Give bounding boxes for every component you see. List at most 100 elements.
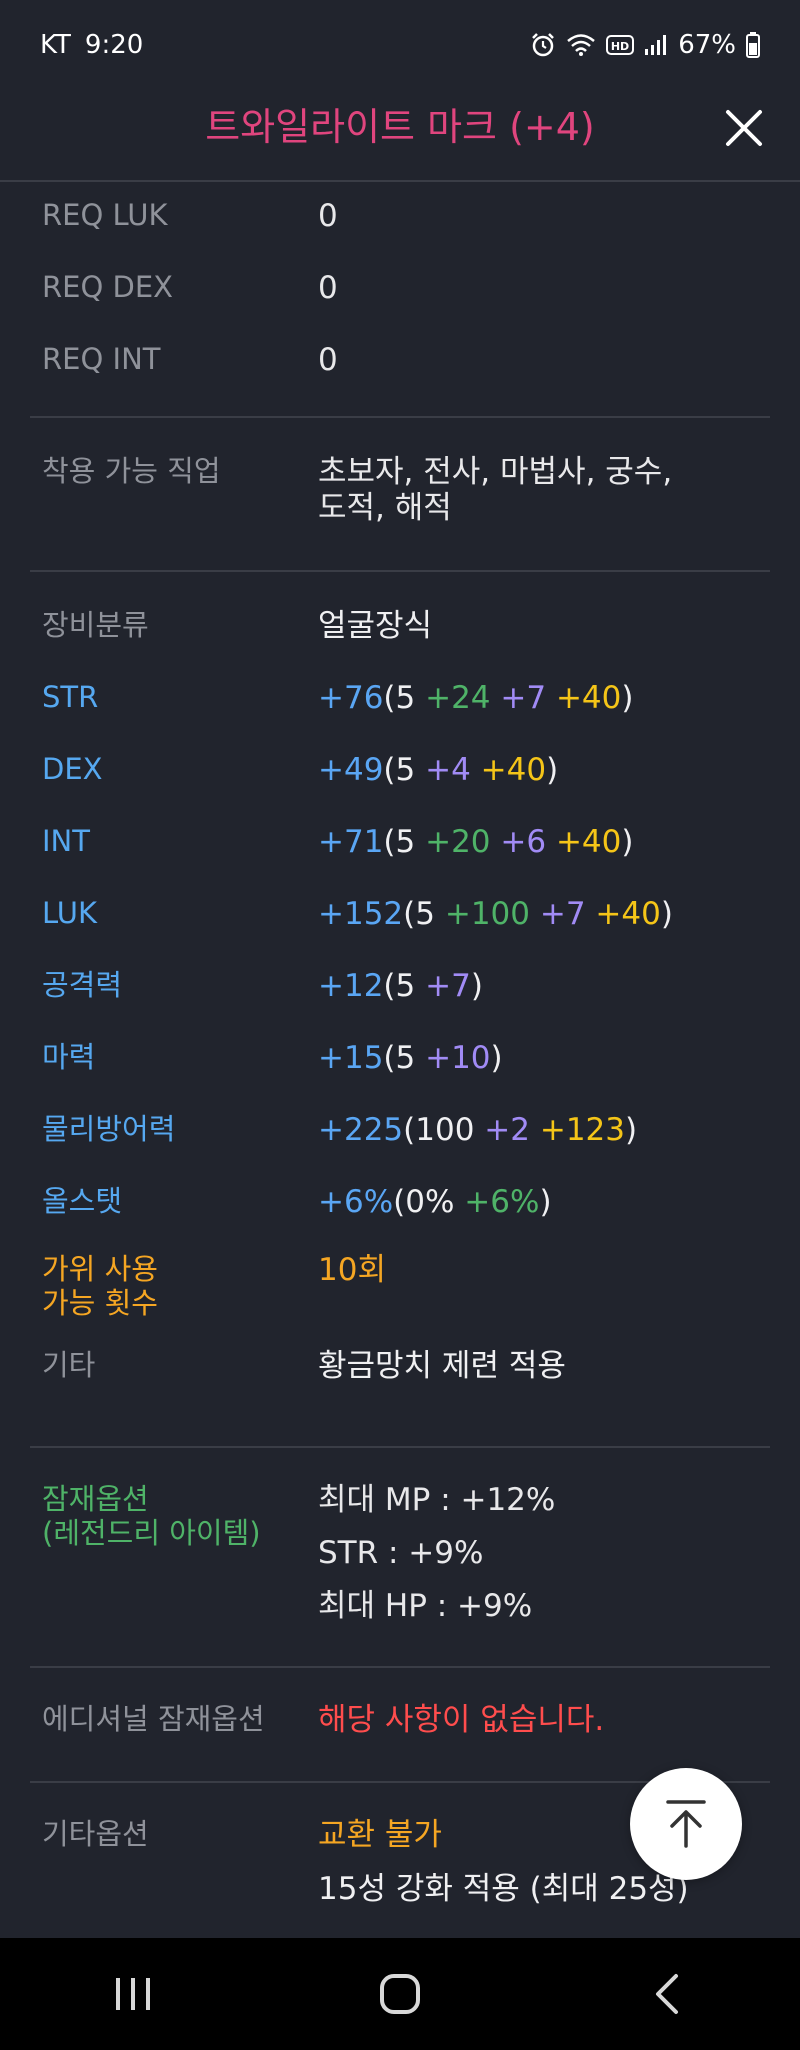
stat-row: 물리방어력 +225(100 +2 +123) bbox=[30, 1092, 770, 1164]
scissors-label-line: 가능 횟수 bbox=[42, 1286, 158, 1320]
stat-list: STR +76(5 +24 +7 +40) DEX +49(5 +4 +40) INT +… bbox=[30, 660, 770, 1236]
etc-value: 황금망치 제련 적용 bbox=[318, 1348, 566, 1384]
stat-value: +225(100 +2 +123) bbox=[318, 1112, 770, 1148]
stat-row: LUK +152(5 +100 +7 +40) bbox=[30, 876, 770, 948]
status-bar: KT 9:20 HD 67% bbox=[0, 0, 800, 100]
scissors-value: 10회 bbox=[318, 1252, 386, 1288]
svg-text:HD: HD bbox=[611, 40, 629, 53]
stat-close-paren: ) bbox=[621, 680, 634, 716]
potential-label-line: (레전드리 아이템) bbox=[42, 1516, 261, 1550]
jobs-row: 착용 가능 직업 초보자, 전사, 마법사, 궁수, 도적, 해적 bbox=[30, 454, 770, 526]
scissors-row: 가위 사용 가능 횟수 10회 bbox=[30, 1236, 770, 1344]
battery-icon bbox=[746, 32, 760, 58]
stats-section: 장비분류 얼굴장식 STR +76(5 +24 +7 +40) DEX +49(5 +… bbox=[30, 572, 770, 1416]
status-right: HD 67% bbox=[530, 30, 760, 60]
stat-label: LUK bbox=[42, 896, 97, 930]
jobs-value: 초보자, 전사, 마법사, 궁수, 도적, 해적 bbox=[318, 454, 770, 526]
hd-icon: HD bbox=[606, 33, 635, 57]
stat-base: (5 bbox=[383, 1040, 416, 1076]
stat-label: 물리방어력 bbox=[42, 1112, 176, 1146]
scissors-label: 가위 사용 가능 횟수 bbox=[30, 1252, 318, 1320]
jobs-section: 착용 가능 직업 초보자, 전사, 마법사, 궁수, 도적, 해적 bbox=[30, 418, 770, 570]
alarm-icon bbox=[530, 32, 556, 58]
recent-apps-button[interactable] bbox=[73, 1954, 193, 2034]
stat-base: (100 bbox=[403, 1112, 475, 1148]
stat-total: +152 bbox=[318, 896, 404, 932]
stat-close-paren: ) bbox=[546, 752, 559, 788]
status-left: KT 9:20 bbox=[40, 30, 143, 60]
carrier-label: KT bbox=[40, 30, 71, 60]
stat-bonus: +123 bbox=[529, 1112, 625, 1148]
etc-label: 기타 bbox=[42, 1348, 96, 1382]
stat-value: +152(5 +100 +7 +40) bbox=[318, 896, 770, 932]
req-label: REQ DEX bbox=[42, 270, 174, 304]
potential-row: 잠재옵션 (레전드리 아이템) 최대 MP : +12% STR : +9% 최… bbox=[30, 1482, 770, 1641]
stat-bonus: +4 bbox=[415, 752, 471, 788]
req-label: REQ LUK bbox=[42, 198, 168, 232]
req-value: 0 bbox=[318, 198, 338, 234]
stat-base: (5 bbox=[383, 824, 416, 860]
stat-base: (5 bbox=[403, 896, 435, 932]
clock: 9:20 bbox=[84, 30, 144, 60]
stat-total: +76 bbox=[318, 680, 384, 716]
stat-close-paren: ) bbox=[490, 1040, 503, 1076]
stat-row: 공격력 +12(5 +7) bbox=[30, 948, 770, 1020]
home-icon bbox=[379, 1974, 420, 2014]
stat-base: (0% bbox=[393, 1184, 455, 1220]
stat-close-paren: ) bbox=[539, 1184, 552, 1220]
stat-label: 올스탯 bbox=[42, 1184, 123, 1218]
back-button[interactable] bbox=[607, 1954, 727, 2034]
close-icon bbox=[726, 110, 762, 146]
stat-value: +12(5 +7) bbox=[318, 968, 770, 1004]
back-icon bbox=[655, 1974, 678, 2014]
additional-potential-section: 에디셔널 잠재옵션 해당 사항이 없습니다. bbox=[30, 1668, 770, 1781]
stat-bonus: +40 bbox=[546, 680, 622, 716]
additional-potential-value: 해당 사항이 없습니다. bbox=[318, 1702, 605, 1738]
potential-line: STR : +9% bbox=[318, 1535, 484, 1571]
stat-row: 마력 +15(5 +10) bbox=[30, 1020, 770, 1092]
stat-bonus: +10 bbox=[415, 1040, 491, 1076]
item-detail-content: REQ LUK 0 REQ DEX 0 REQ INT 0 착용 가능 직업 초… bbox=[0, 182, 800, 1907]
jobs-line: 도적, 해적 bbox=[318, 490, 452, 526]
stat-label: 공격력 bbox=[42, 968, 123, 1002]
req-label: REQ INT bbox=[42, 342, 161, 376]
stat-close-paren: ) bbox=[470, 968, 483, 1004]
stat-bonus: +6% bbox=[454, 1184, 540, 1220]
close-button[interactable] bbox=[722, 106, 766, 150]
stat-label: DEX bbox=[42, 752, 103, 786]
stat-value: +76(5 +24 +7 +40) bbox=[318, 680, 770, 716]
req-row: REQ LUK 0 bbox=[30, 182, 770, 254]
recent-apps-icon bbox=[116, 1978, 151, 2010]
category-label: 장비분류 bbox=[42, 608, 149, 642]
stat-value: +71(5 +20 +6 +40) bbox=[318, 824, 770, 860]
scroll-to-top-button[interactable] bbox=[630, 1768, 742, 1880]
stat-close-paren: ) bbox=[624, 1112, 638, 1148]
stat-bonus: +100 bbox=[434, 896, 530, 932]
jobs-label: 착용 가능 직업 bbox=[42, 454, 221, 488]
stat-bonus: +20 bbox=[415, 824, 491, 860]
req-row: REQ DEX 0 bbox=[30, 254, 770, 326]
potential-values: 최대 MP : +12% STR : +9% 최대 HP : +9% bbox=[318, 1482, 770, 1641]
wifi-icon bbox=[566, 33, 596, 57]
potential-line: 최대 MP : +12% bbox=[318, 1482, 556, 1518]
stat-total: +225 bbox=[318, 1112, 404, 1148]
req-value: 0 bbox=[318, 342, 338, 378]
category-value: 얼굴장식 bbox=[318, 608, 433, 644]
stat-base: (5 bbox=[383, 680, 416, 716]
etc-row: 기타 황금망치 제련 적용 bbox=[30, 1344, 770, 1416]
stat-bonus: +7 bbox=[490, 680, 547, 716]
stat-close-paren: ) bbox=[621, 824, 634, 860]
stat-bonus: +6 bbox=[490, 824, 547, 860]
signal-icon bbox=[644, 33, 668, 57]
home-button[interactable] bbox=[340, 1954, 460, 2034]
stat-row: STR +76(5 +24 +7 +40) bbox=[30, 660, 770, 732]
system-nav-bar bbox=[0, 1938, 800, 2050]
stat-bonus: +7 bbox=[529, 896, 586, 932]
req-value: 0 bbox=[318, 270, 338, 306]
stat-total: +71 bbox=[318, 824, 384, 860]
stat-total: +6% bbox=[318, 1184, 394, 1220]
stat-label: 마력 bbox=[42, 1040, 96, 1074]
other-options-label: 기타옵션 bbox=[42, 1817, 149, 1851]
item-title: 트와일라이트 마크 (+4) bbox=[205, 105, 595, 149]
stat-row: DEX +49(5 +4 +40) bbox=[30, 732, 770, 804]
